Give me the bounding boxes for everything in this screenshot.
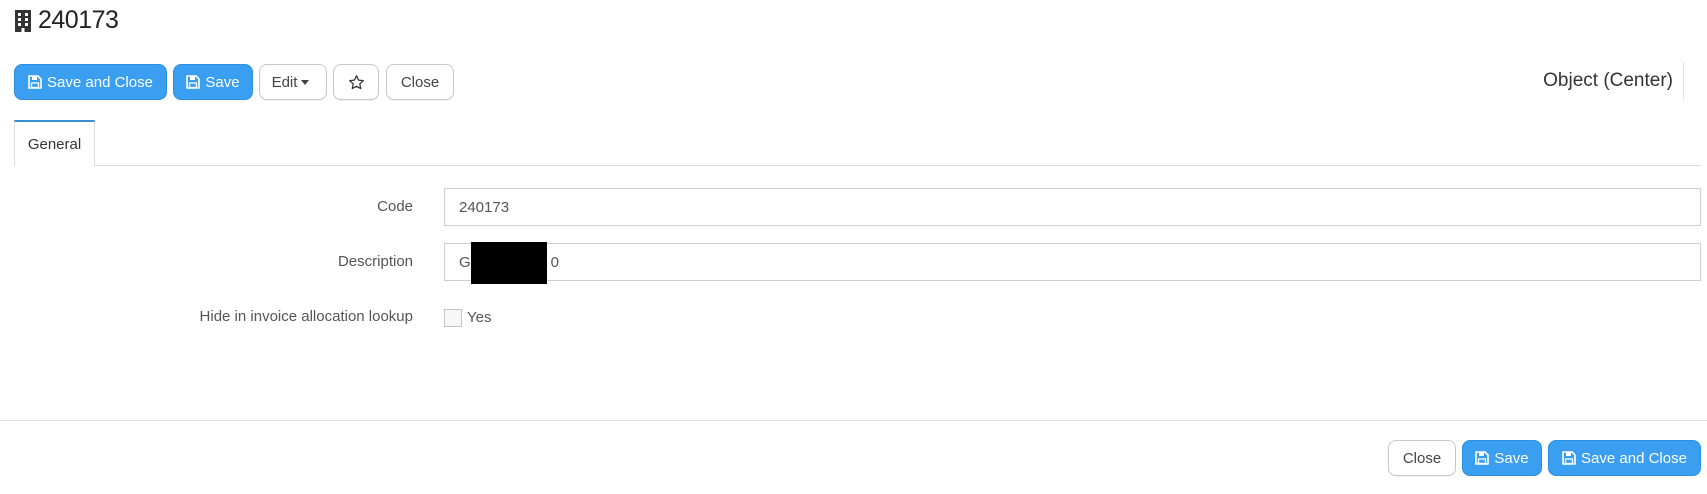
footer-save-button[interactable]: Save [1462, 440, 1542, 476]
building-icon [15, 9, 31, 32]
code-field[interactable]: 240173 [444, 188, 1701, 226]
footer-divider [0, 420, 1707, 421]
footer-save-and-close-label: Save and Close [1581, 449, 1687, 467]
save-icon [1562, 451, 1576, 465]
footer-save-label: Save [1494, 449, 1529, 467]
save-icon [1475, 451, 1490, 465]
toolbar-divider [1683, 62, 1684, 100]
edit-dropdown-button[interactable]: Edit [259, 64, 327, 100]
code-value: 240173 [459, 198, 510, 216]
save-label: Save [205, 73, 240, 91]
footer-close-button[interactable]: Close [1388, 440, 1456, 476]
star-icon [348, 74, 364, 89]
description-value-tail: 0 [550, 253, 560, 271]
object-type-label: Object (Center) [1543, 70, 1673, 91]
footer-close-label: Close [1402, 449, 1442, 467]
page-title: 240173 [38, 6, 119, 34]
favorite-button[interactable] [333, 64, 379, 100]
description-label: Description [337, 253, 413, 270]
save-icon [28, 75, 42, 89]
caret-down-icon [301, 79, 310, 85]
footer-save-and-close-button[interactable]: Save and Close [1548, 440, 1701, 476]
page-header: 240173 [14, 6, 119, 35]
save-and-close-button[interactable]: Save and Close [14, 64, 167, 100]
tab-general-label: General [27, 135, 82, 153]
description-value: G [459, 253, 471, 271]
save-button[interactable]: Save [173, 64, 253, 100]
tab-general[interactable]: General [14, 120, 95, 166]
hide-in-lookup-checkbox[interactable] [444, 309, 462, 327]
hide-in-lookup-label: Hide in invoice allocation lookup [199, 308, 413, 325]
description-field[interactable]: G 0 [444, 243, 1701, 281]
edit-label: Edit [271, 73, 298, 91]
close-label: Close [400, 73, 440, 91]
close-button[interactable]: Close [386, 64, 454, 100]
save-icon [186, 75, 201, 89]
code-label: Code [377, 198, 413, 215]
save-and-close-label: Save and Close [47, 73, 153, 91]
tab-bar-border [14, 165, 1701, 166]
redaction-block [471, 242, 547, 284]
hide-in-lookup-option-label: Yes [467, 309, 492, 326]
